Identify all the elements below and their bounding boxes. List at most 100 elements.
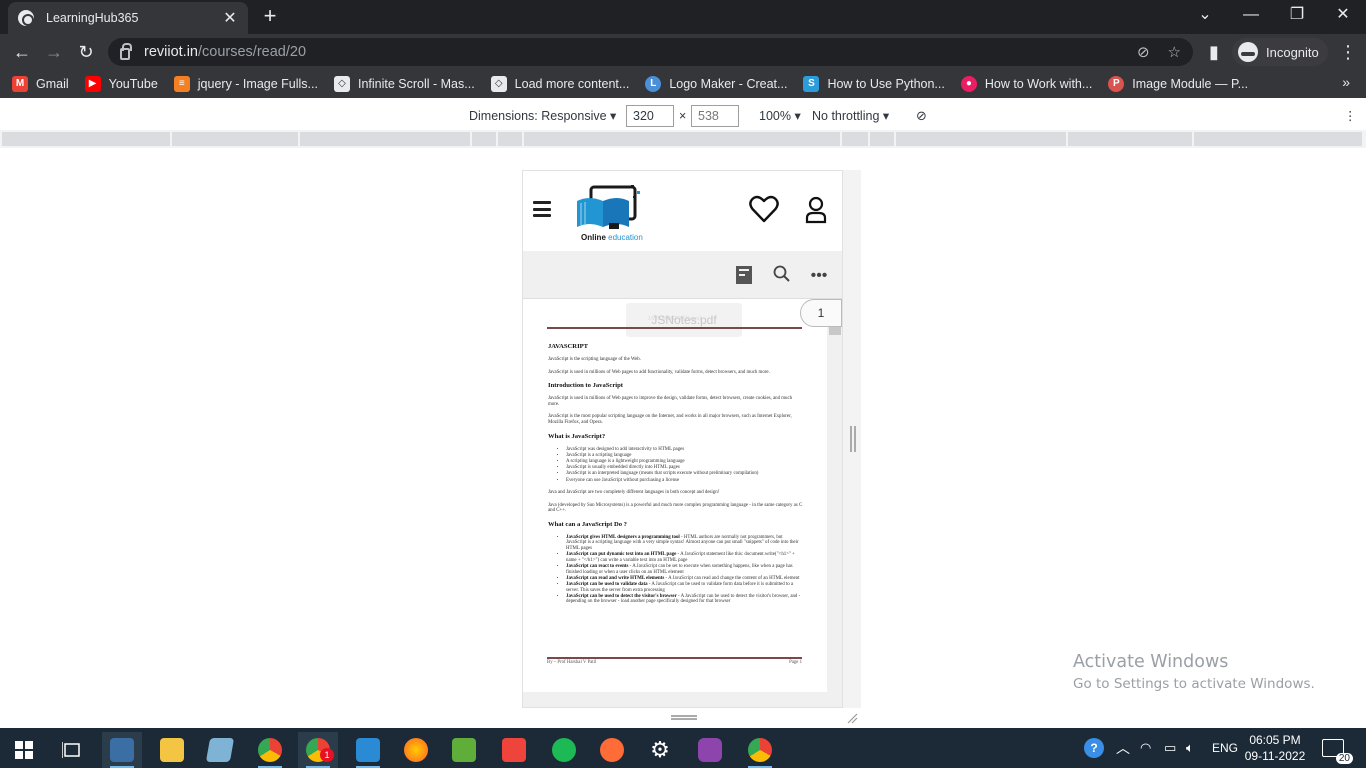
- back-icon[interactable]: ←: [8, 38, 36, 66]
- resize-handle-right[interactable]: [850, 426, 856, 452]
- pdf-footer: By – Prof Harshal V Patil Page 1: [547, 660, 802, 665]
- gitkraken-icon[interactable]: [444, 732, 484, 768]
- list-item: JavaScript is a scripting language: [566, 453, 803, 459]
- pdf-filename-overlay: JSNotes.pdf: [626, 303, 742, 337]
- wifi-icon[interactable]: ◠: [1140, 728, 1151, 768]
- bookmark-star-icon[interactable]: ☆: [1168, 43, 1181, 61]
- address-bar[interactable]: reviiot.in/courses/read/20 ⊘ ☆: [108, 38, 1193, 66]
- bookmark-youtube[interactable]: ▶ YouTube: [84, 76, 158, 92]
- height-input[interactable]: 538: [691, 105, 739, 127]
- settings-gear-icon[interactable]: ⚙: [640, 732, 680, 768]
- notepad-icon[interactable]: [200, 732, 240, 768]
- close-window-icon[interactable]: ✕: [1320, 0, 1366, 32]
- system-clock[interactable]: 06:05 PM 09-11-2022: [1240, 732, 1310, 764]
- media-query-segment[interactable]: [870, 132, 894, 146]
- pdf-heading: What is JavaScript?: [548, 432, 606, 440]
- restore-icon[interactable]: ❐: [1274, 0, 1320, 32]
- pdf-viewer[interactable]: JAVASCRIPT [Notes] JSNotes.pdf JAVASCRIP…: [523, 299, 842, 707]
- media-query-segment[interactable]: [842, 132, 868, 146]
- file-explorer-icon[interactable]: [152, 732, 192, 768]
- language-indicator[interactable]: ENG: [1212, 728, 1238, 768]
- spotify-icon[interactable]: [544, 732, 584, 768]
- bookmark-load-more[interactable]: ◇ Load more content...: [490, 76, 629, 92]
- close-tab-icon[interactable]: ✕: [222, 8, 238, 28]
- gmail-icon: M: [12, 76, 28, 92]
- media-query-segment[interactable]: [300, 132, 470, 146]
- record-icon: ●: [960, 76, 977, 92]
- bookmark-gmail[interactable]: M Gmail: [12, 76, 69, 92]
- url-text[interactable]: reviiot.in/courses/read/20: [144, 44, 1119, 60]
- wishlist-heart-icon[interactable]: [749, 195, 779, 223]
- throttling-dropdown[interactable]: No throttling ▾: [812, 108, 889, 123]
- bookmark-jquery[interactable]: ≡ jquery - Image Fulls...: [173, 76, 318, 92]
- zoom-dropdown[interactable]: 100% ▾: [759, 108, 801, 123]
- battery-icon[interactable]: ▭: [1164, 728, 1176, 768]
- app-network-icon[interactable]: [102, 732, 142, 768]
- side-panel-icon[interactable]: ▮: [1200, 38, 1228, 66]
- postman-icon[interactable]: [592, 732, 632, 768]
- pdf-footer-author: By – Prof Harshal V Patil: [547, 660, 597, 665]
- media-query-segment[interactable]: [1194, 132, 1362, 146]
- media-query-segment[interactable]: [2, 132, 170, 146]
- bookmark-infinite-scroll[interactable]: ◇ Infinite Scroll - Mas...: [333, 76, 475, 92]
- logo-text: Online education: [581, 233, 643, 242]
- pdf-paragraph: Java (developed by Sun Microsystems) is …: [548, 502, 803, 514]
- user-account-icon[interactable]: [805, 196, 827, 224]
- help-icon[interactable]: ?: [1084, 728, 1104, 768]
- incognito-profile-button[interactable]: Incognito: [1232, 38, 1328, 66]
- minimize-icon[interactable]: —: [1228, 0, 1274, 32]
- pdf-list-can: JavaScript gives HTML designers a progra…: [566, 535, 803, 605]
- notifications-icon[interactable]: 20: [1322, 728, 1353, 768]
- volume-icon[interactable]: 🔈︎: [1186, 728, 1194, 768]
- media-query-segment[interactable]: [1068, 132, 1192, 146]
- forward-icon[interactable]: →: [40, 38, 68, 66]
- resize-handle-bottom[interactable]: [671, 715, 697, 720]
- show-hidden-icons-icon[interactable]: ︿: [1116, 728, 1130, 768]
- resize-corner-icon[interactable]: [846, 712, 858, 724]
- tracking-blocked-icon[interactable]: ⊘: [1137, 43, 1150, 61]
- activate-windows-watermark: Activate Windows Go to Settings to activ…: [1073, 652, 1315, 692]
- chrome-icon[interactable]: [250, 732, 290, 768]
- media-query-segment[interactable]: [472, 132, 496, 146]
- lock-icon[interactable]: [120, 43, 132, 60]
- rotate-icon[interactable]: ⊘: [916, 108, 927, 124]
- github-desktop-icon[interactable]: [690, 732, 730, 768]
- media-query-segment[interactable]: [172, 132, 298, 146]
- device-frame: Online education ••• JAVASCRIPT [Notes] …: [522, 170, 843, 708]
- clock-time: 06:05 PM: [1249, 733, 1301, 747]
- bookmark-image-module[interactable]: P Image Module — P...: [1108, 76, 1248, 92]
- more-bookmarks-icon[interactable]: »: [1342, 74, 1350, 90]
- firefox-icon[interactable]: [396, 732, 436, 768]
- media-query-segment[interactable]: [896, 132, 1066, 146]
- hamburger-menu-icon[interactable]: [533, 201, 551, 217]
- vscode-icon[interactable]: [348, 732, 388, 768]
- tab-search-icon[interactable]: ⌄: [1182, 0, 1228, 32]
- bookmark-python[interactable]: S How to Use Python...: [803, 76, 945, 92]
- bookmarks-bar: M Gmail ▶ YouTube ≡ jquery - Image Fulls...…: [0, 70, 1366, 98]
- more-options-icon[interactable]: •••: [808, 265, 830, 287]
- pdf-scrollbar-thumb[interactable]: [829, 327, 841, 335]
- bookmark-work-with[interactable]: ● How to Work with...: [960, 76, 1092, 92]
- task-view-icon[interactable]: [52, 732, 92, 768]
- clock-date: 09-11-2022: [1244, 749, 1306, 763]
- bookmark-logo-maker[interactable]: L Logo Maker - Creat...: [645, 76, 787, 92]
- sidebar-toggle-icon[interactable]: [733, 265, 755, 287]
- new-tab-button[interactable]: +: [258, 5, 282, 29]
- search-icon[interactable]: [771, 265, 793, 287]
- pdf-header-rule: [547, 327, 802, 329]
- width-input[interactable]: 320: [626, 105, 674, 127]
- media-query-segment[interactable]: [524, 132, 840, 146]
- pdf-paragraph: JavaScript is used in millions of Web pa…: [548, 369, 770, 375]
- device-options-icon[interactable]: ⋮: [1344, 108, 1357, 123]
- chrome-second-icon[interactable]: [740, 732, 780, 768]
- codepen-icon: ◇: [490, 76, 507, 92]
- reload-icon[interactable]: ↻: [72, 38, 100, 66]
- windows-start-icon[interactable]: [4, 732, 44, 768]
- anydesk-icon[interactable]: [494, 732, 534, 768]
- media-query-segment[interactable]: [498, 132, 522, 146]
- page-number-badge[interactable]: 1: [800, 299, 842, 327]
- browser-menu-icon[interactable]: ⋮: [1334, 38, 1362, 66]
- chrome-incognito-icon[interactable]: 1: [298, 732, 338, 768]
- dimensions-dropdown[interactable]: Dimensions: Responsive ▾: [469, 108, 616, 123]
- browser-tab[interactable]: LearningHub365 ✕: [8, 2, 248, 34]
